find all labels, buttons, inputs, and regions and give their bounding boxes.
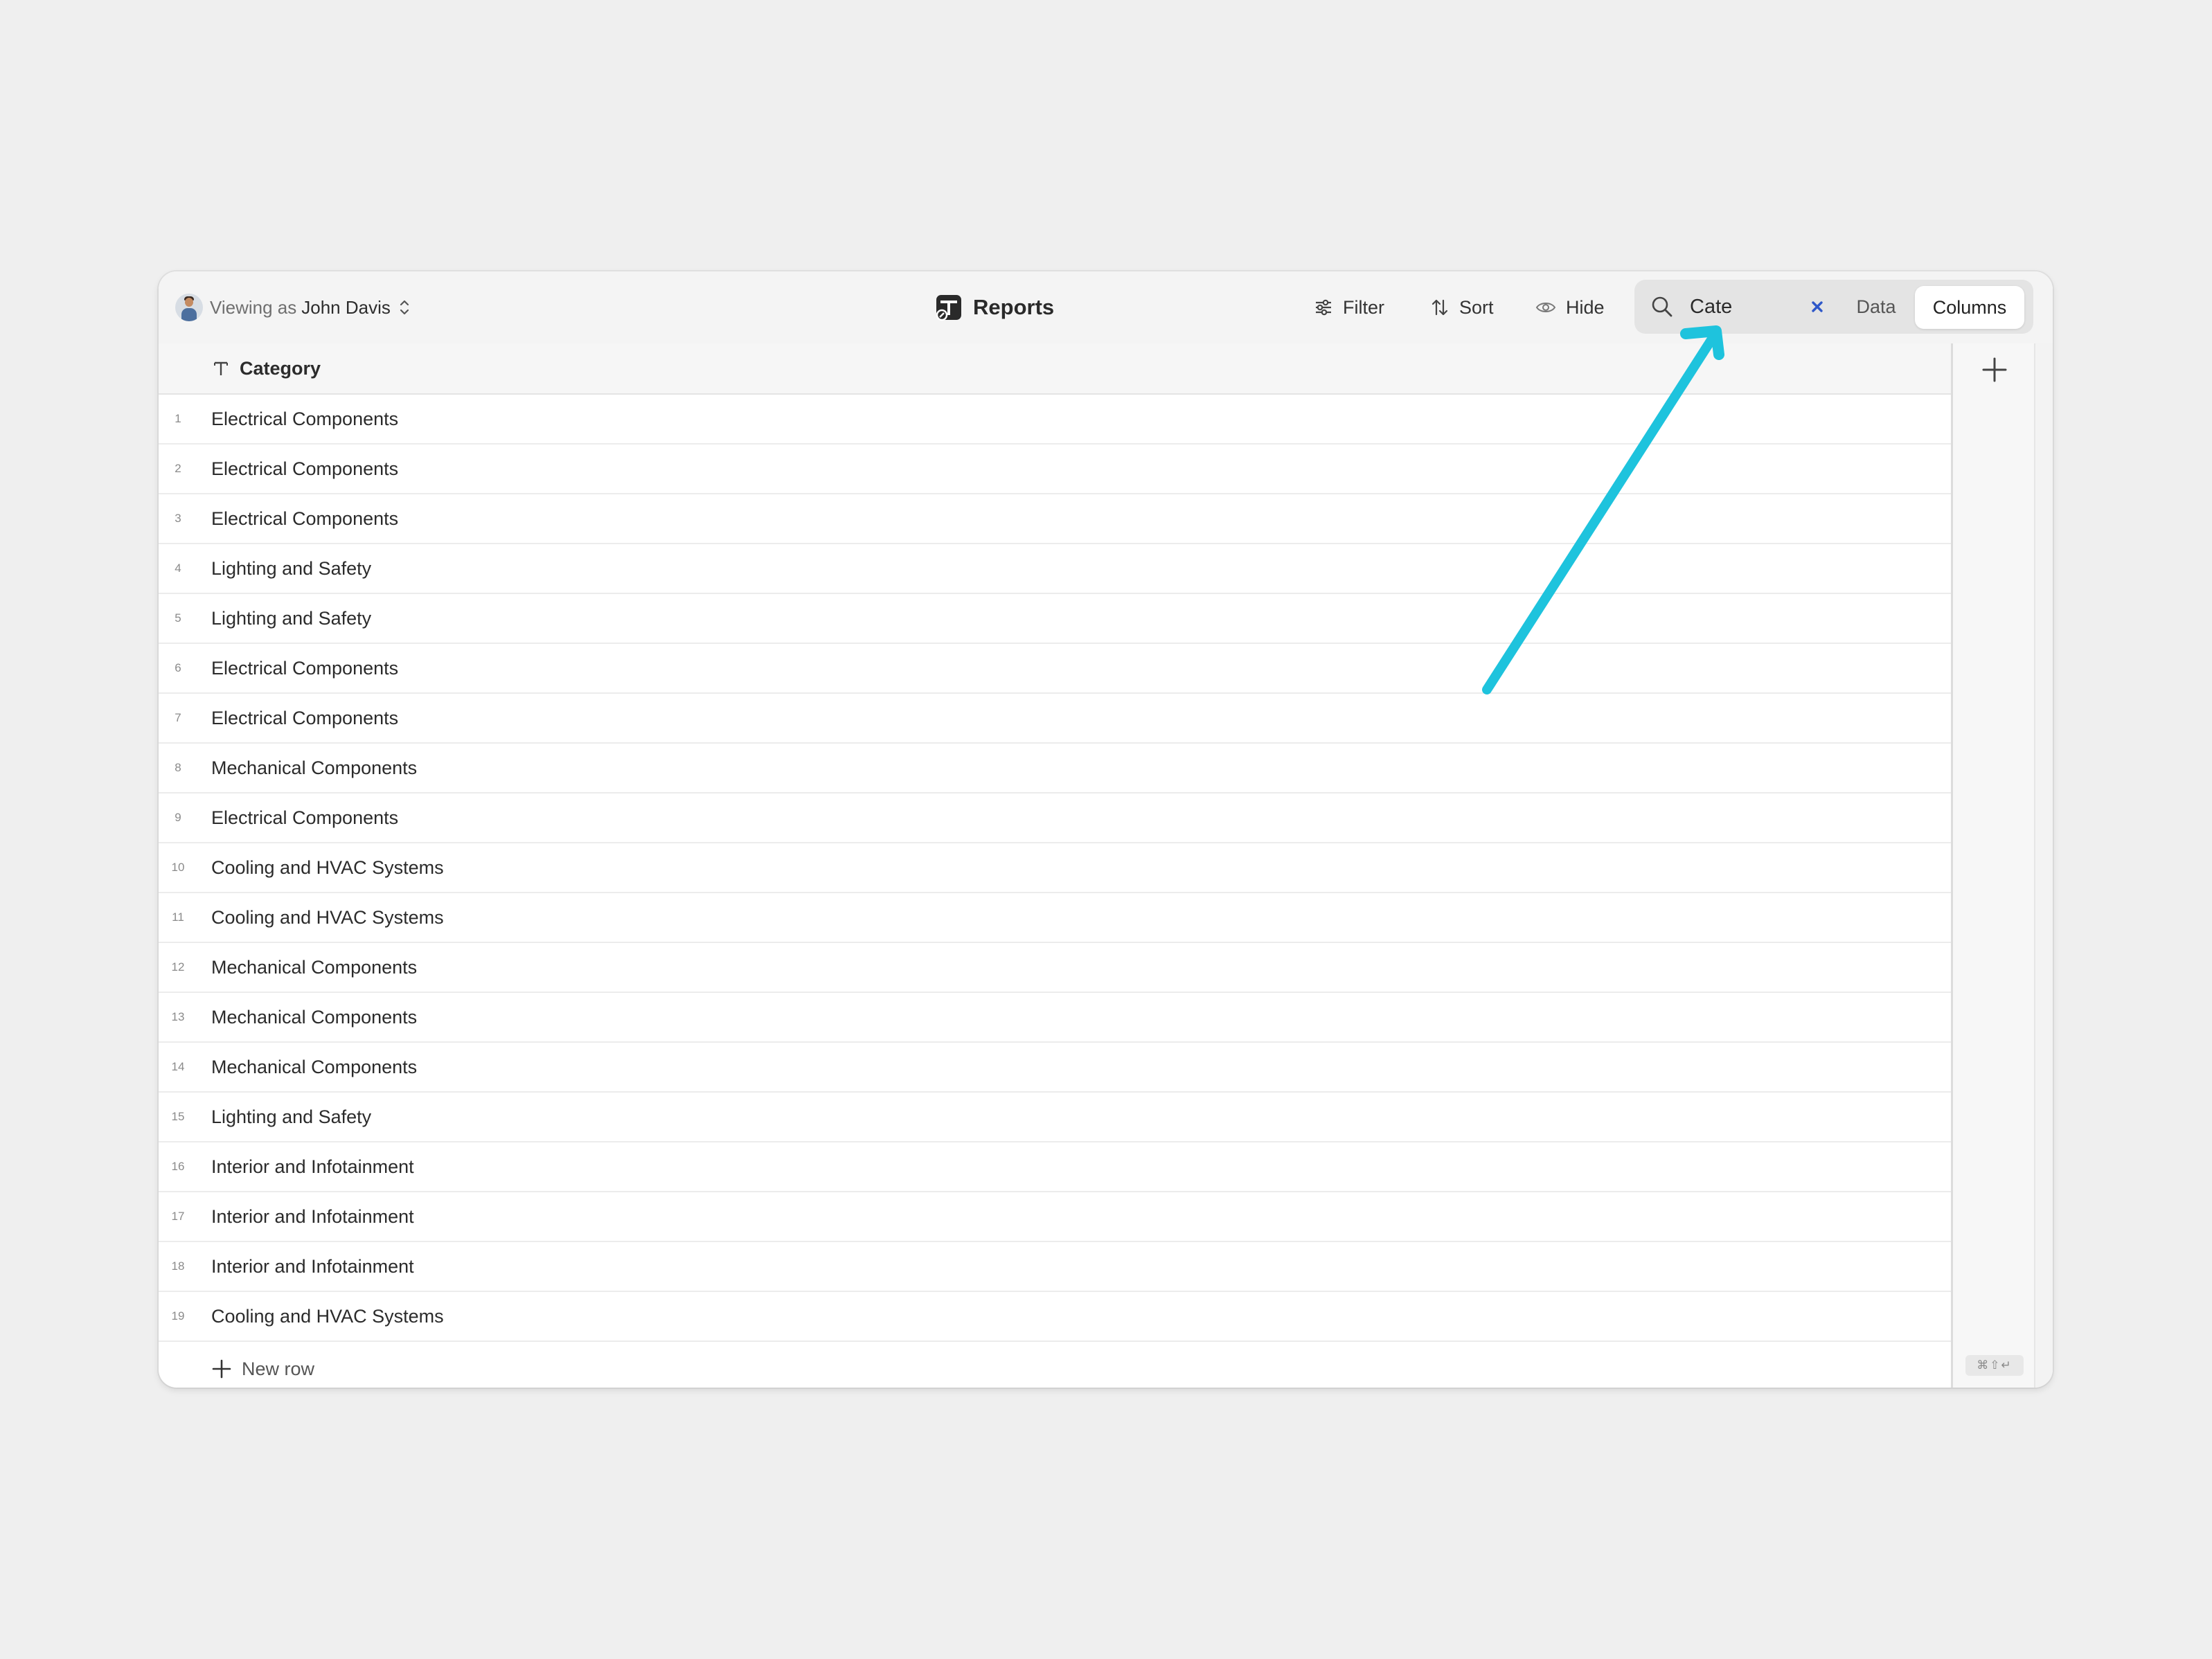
row-number: 14 [171, 1060, 185, 1073]
table-row[interactable]: 15 Lighting and Safety [159, 1093, 1951, 1142]
table-row[interactable]: 7 Electrical Components [159, 694, 1951, 744]
search-input[interactable]: Cate [1690, 293, 1732, 321]
row-number: 2 [175, 462, 181, 475]
eye-icon [1535, 303, 1556, 312]
category-cell[interactable]: Lighting and Safety [211, 594, 371, 643]
table-row[interactable]: 13 Mechanical Components [159, 993, 1951, 1043]
shortcut-hint: ⌘⇧↵ [1965, 1355, 2024, 1376]
search-icon [1652, 296, 1673, 317]
table-row[interactable]: 9 Electrical Components [159, 793, 1951, 843]
row-number: 18 [171, 1259, 185, 1273]
text-type-icon [214, 361, 228, 375]
row-number: 11 [172, 911, 184, 924]
sort-label: Sort [1459, 296, 1494, 318]
add-column-panel: ⌘⇧↵ [1951, 343, 2036, 1388]
plus-icon [212, 1359, 231, 1379]
avatar [175, 294, 203, 321]
row-number: 8 [175, 761, 181, 774]
category-cell[interactable]: Lighting and Safety [211, 544, 371, 593]
category-cell[interactable]: Mechanical Components [211, 993, 417, 1041]
hide-button[interactable]: Hide [1535, 289, 1605, 325]
column-header-category[interactable]: Category [159, 343, 1951, 395]
chevron-up-down-icon [400, 300, 409, 315]
row-number: 7 [175, 711, 181, 724]
table-row[interactable]: 19 Cooling and HVAC Systems [159, 1292, 1951, 1342]
category-cell[interactable]: Electrical Components [211, 445, 398, 493]
table-row[interactable]: 11 Cooling and HVAC Systems [159, 893, 1951, 943]
title-text: Reports [973, 295, 1055, 319]
table-row[interactable]: 12 Mechanical Components [159, 943, 1951, 993]
viewing-user-name: John Davis [301, 296, 391, 318]
table-row[interactable]: 1 Electrical Components [159, 395, 1951, 445]
category-cell[interactable]: Cooling and HVAC Systems [211, 1292, 444, 1340]
row-number: 5 [175, 611, 181, 625]
new-row-button[interactable]: New row [211, 1353, 314, 1385]
category-cell[interactable]: Cooling and HVAC Systems [211, 843, 444, 892]
table-row[interactable]: 8 Mechanical Components [159, 744, 1951, 793]
table-row[interactable]: 6 Electrical Components [159, 644, 1951, 694]
table-app-icon [936, 295, 961, 321]
table-row[interactable]: 2 Electrical Components [159, 445, 1951, 494]
table-row[interactable]: 17 Interior and Infotainment [159, 1192, 1951, 1242]
category-cell[interactable]: Mechanical Components [211, 1043, 417, 1091]
add-column-button[interactable] [1981, 356, 2008, 384]
close-icon[interactable] [1805, 295, 1829, 319]
hide-label: Hide [1566, 296, 1605, 318]
row-number: 15 [171, 1110, 185, 1123]
category-cell[interactable]: Cooling and HVAC Systems [211, 893, 444, 942]
table-row[interactable]: 5 Lighting and Safety [159, 594, 1951, 644]
scrollbar-track[interactable] [2034, 343, 2053, 1388]
category-cell[interactable]: Electrical Components [211, 395, 398, 443]
filter-button[interactable]: Filter [1314, 289, 1384, 325]
table-row[interactable]: 3 Electrical Components [159, 494, 1951, 544]
row-number: 19 [171, 1309, 185, 1322]
category-cell[interactable]: Interior and Infotainment [211, 1192, 414, 1241]
category-cell[interactable]: Interior and Infotainment [211, 1142, 414, 1191]
column-header-label: Category [240, 358, 321, 379]
table-row[interactable]: 14 Mechanical Components [159, 1043, 1951, 1093]
row-number: 17 [171, 1210, 185, 1223]
table-body: 1 Electrical Components 2 Electrical Compon… [159, 395, 1951, 1342]
segment-data-button[interactable]: Data [1842, 292, 1910, 322]
sort-button[interactable]: Sort [1430, 289, 1494, 325]
data-grid: Category 1 Electrical Components 2 Electric… [159, 343, 1951, 1342]
row-number: 9 [175, 811, 181, 824]
row-number: 4 [175, 562, 181, 575]
page-title: Reports [934, 289, 1054, 325]
table-window: Viewing as John Davis Reports Filter Sor… [159, 271, 2053, 1388]
new-row-label: New row [242, 1358, 315, 1379]
sliders-icon [1316, 299, 1331, 316]
row-number: 1 [175, 412, 181, 425]
search-bar[interactable]: Cate Data Columns [1634, 280, 2033, 334]
category-cell[interactable]: Electrical Components [211, 694, 398, 742]
row-number: 13 [171, 1010, 185, 1023]
row-number: 12 [171, 960, 185, 974]
table-row[interactable]: 18 Interior and Infotainment [159, 1242, 1951, 1292]
category-cell[interactable]: Electrical Components [211, 644, 398, 692]
sort-arrows-icon [1431, 299, 1448, 316]
row-number: 6 [175, 661, 181, 674]
toolbar: Viewing as John Davis Reports Filter Sor… [159, 271, 2053, 345]
viewing-as-selector[interactable]: Viewing as John Davis [175, 291, 410, 324]
category-cell[interactable]: Interior and Infotainment [211, 1242, 414, 1291]
row-number: 16 [171, 1160, 185, 1173]
category-cell[interactable]: Mechanical Components [211, 943, 417, 992]
table-row[interactable]: 10 Cooling and HVAC Systems [159, 843, 1951, 893]
category-cell[interactable]: Mechanical Components [211, 744, 417, 792]
category-cell[interactable]: Lighting and Safety [211, 1093, 371, 1141]
category-cell[interactable]: Electrical Components [211, 494, 398, 543]
filter-label: Filter [1343, 296, 1384, 318]
table-row[interactable]: 4 Lighting and Safety [159, 544, 1951, 594]
viewing-prefix: Viewing as [210, 296, 297, 318]
category-cell[interactable]: Electrical Components [211, 793, 398, 842]
table-row[interactable]: 16 Interior and Infotainment [159, 1142, 1951, 1192]
segment-columns-button[interactable]: Columns [1915, 286, 2024, 329]
row-number: 10 [171, 861, 185, 874]
row-number: 3 [175, 512, 181, 525]
